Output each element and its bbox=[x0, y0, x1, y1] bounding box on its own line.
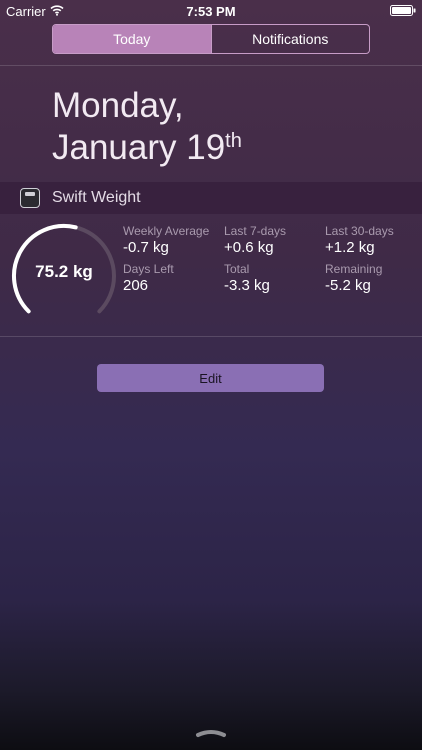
stat-value: +1.2 kg bbox=[325, 239, 375, 256]
date-day: January 19th bbox=[52, 128, 242, 168]
stat-last-7-days: Last 7-days +0.6 kg bbox=[224, 224, 286, 256]
stat-days-left: Days Left 206 bbox=[123, 262, 174, 294]
current-weight: 75.2 kg bbox=[35, 262, 93, 281]
grabber-handle-icon[interactable] bbox=[195, 728, 227, 738]
widget-header[interactable]: Swift Weight bbox=[0, 182, 422, 214]
tab-today[interactable]: Today bbox=[53, 25, 211, 53]
stat-label: Total bbox=[224, 262, 250, 276]
stat-total: Total -3.3 kg bbox=[224, 262, 270, 294]
widget-title: Swift Weight bbox=[52, 189, 141, 206]
status-bar: Carrier 7:53 PM bbox=[0, 0, 422, 22]
tab-notifications[interactable]: Notifications bbox=[210, 25, 370, 53]
status-time: 7:53 PM bbox=[186, 4, 236, 19]
stat-label: Last 30-days bbox=[325, 224, 394, 238]
stat-value: -5.2 kg bbox=[325, 277, 371, 294]
stat-value: -3.3 kg bbox=[224, 277, 270, 294]
stat-value: +0.6 kg bbox=[224, 239, 274, 256]
stat-weekly-average: Weekly Average -0.7 kg bbox=[123, 224, 209, 256]
battery-icon bbox=[390, 5, 416, 16]
divider bbox=[0, 336, 422, 337]
edit-button[interactable]: Edit bbox=[97, 364, 324, 392]
scale-icon bbox=[20, 188, 40, 208]
stat-value: 206 bbox=[123, 277, 149, 294]
segmented-control: Today Notifications bbox=[52, 24, 370, 54]
stat-last-30-days: Last 30-days +1.2 kg bbox=[325, 224, 394, 256]
date-month-day: January 19 bbox=[52, 128, 226, 167]
stat-label: Last 7-days bbox=[224, 224, 287, 238]
date-weekday: Monday, bbox=[52, 86, 184, 125]
stat-label: Remaining bbox=[325, 262, 383, 276]
stat-label: Days Left bbox=[123, 262, 174, 276]
stat-label: Weekly Average bbox=[123, 224, 210, 238]
divider bbox=[0, 65, 422, 66]
stat-remaining: Remaining -5.2 kg bbox=[325, 262, 382, 294]
stat-value: -0.7 kg bbox=[123, 239, 169, 256]
date-ordinal-suffix: th bbox=[225, 130, 242, 152]
